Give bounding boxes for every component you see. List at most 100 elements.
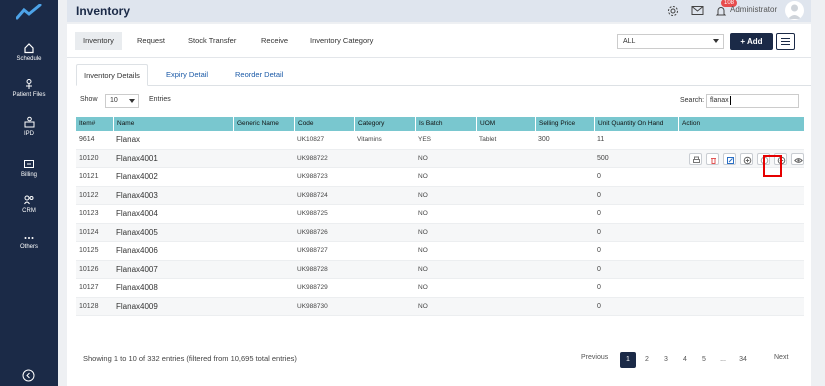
cell-qty: 11 [597, 136, 605, 143]
cell-generic [233, 224, 236, 242]
cell-item: 10125 [79, 247, 99, 254]
cell-uom: Tablet [479, 136, 497, 143]
table-row[interactable]: 10127 Flanax4008 UK988729 NO 0 [76, 279, 804, 298]
cell-name: Flanax4001 [116, 153, 158, 163]
table-row[interactable]: 10122 Flanax4003 UK988724 NO 0 [76, 186, 804, 205]
add-circle-button[interactable] [740, 152, 753, 165]
table-row[interactable]: 10126 Flanax4007 UK988728 NO 0 [76, 260, 804, 279]
column-header-generic-name[interactable]: Generic Name [233, 117, 294, 131]
tab-receive[interactable]: Receive [253, 32, 296, 50]
cell-batch: NO [418, 173, 428, 180]
sidebar-item-billing[interactable]: Billing [0, 158, 58, 178]
filter-selected-value: ALL [623, 38, 636, 45]
inventory-tabbar: Inventory Request Stock Transfer Receive… [67, 24, 811, 58]
cell-category [354, 279, 357, 297]
tab-request[interactable]: Request [129, 32, 173, 50]
add-button[interactable]: + Add [730, 33, 773, 50]
page-34-button[interactable]: 34 [735, 352, 751, 368]
menu-button[interactable] [776, 33, 795, 50]
sidebar-item-ipd[interactable]: IPD [0, 116, 58, 137]
mail-icon[interactable] [691, 5, 704, 16]
cell-qty: 0 [597, 284, 601, 291]
filter-select[interactable]: ALL [617, 34, 724, 49]
sidebar-item-schedule[interactable]: Schedule [0, 42, 58, 62]
cell-category [354, 224, 357, 242]
view-eye-button[interactable] [791, 152, 804, 165]
table-row[interactable]: 10128 Flanax4009 UK988730 NO 0 [76, 297, 804, 316]
entries-select[interactable]: 10 [105, 94, 139, 108]
tab-inventory-category[interactable]: Inventory Category [302, 32, 381, 50]
avatar[interactable] [785, 1, 804, 20]
column-header-code[interactable]: Code [294, 117, 354, 131]
sidebar-label: Schedule [16, 56, 42, 62]
next-page-button[interactable]: Next [774, 354, 788, 361]
column-header-uom[interactable]: UOM [476, 117, 535, 131]
cell-price [535, 279, 538, 297]
column-header-selling-price[interactable]: Selling Price [535, 117, 594, 131]
tab-stock-transfer[interactable]: Stock Transfer [180, 32, 244, 50]
cell-price [535, 150, 538, 168]
cell-batch: NO [418, 284, 428, 291]
cell-generic [233, 150, 236, 168]
print-button[interactable] [689, 152, 702, 165]
sidebar-label: Patient Files [12, 92, 46, 98]
table-row[interactable]: 10125 Flanax4006 UK988727 NO 0 [76, 242, 804, 261]
page-5-button[interactable]: 5 [696, 352, 712, 368]
cell-uom [476, 298, 479, 316]
table-row[interactable]: 10120 Flanax4001 UK988722 NO 500 [76, 149, 804, 168]
subtab-reorder-detail[interactable]: Reorder Detail [228, 64, 290, 86]
cell-price [535, 187, 538, 205]
cell-category [354, 298, 357, 316]
sidebar-label: Billing [20, 172, 37, 178]
cell-qty: 0 [597, 210, 601, 217]
sidebar-label: CRM [22, 208, 36, 214]
user-name[interactable]: Administrator [730, 5, 777, 14]
cell-price [535, 242, 538, 260]
page-2-button[interactable]: 2 [639, 352, 655, 368]
gear-icon[interactable] [667, 5, 679, 17]
column-header-name[interactable]: Name [113, 117, 233, 131]
cell-category [354, 168, 357, 186]
table-body: 9614 Flanax UK10827 Vitamins YES Tablet 300 11 1… [76, 131, 804, 316]
page-1-button[interactable]: 1 [620, 352, 636, 368]
cell-qty: 0 [597, 302, 601, 310]
table-row[interactable]: 9614 Flanax UK10827 Vitamins YES Tablet 300 11 [76, 131, 804, 150]
cell-name: Flanax4007 [116, 264, 158, 274]
column-header-item[interactable]: Item# [76, 117, 113, 131]
search-label: Search: [680, 97, 705, 104]
view-eye-icon [794, 157, 803, 163]
subtab-expiry-detail[interactable]: Expiry Detail [159, 64, 215, 86]
cell-qty: 0 [597, 228, 601, 236]
page-3-button[interactable]: 3 [658, 352, 674, 368]
billing-icon [24, 160, 34, 168]
sidebar-item-crm[interactable]: CRM [0, 194, 58, 214]
cell-item: 10121 [79, 173, 99, 180]
column-header-unit-quantity[interactable]: Unit Quantity On Hand [594, 117, 678, 131]
table-row[interactable]: 10124 Flanax4005 UK988726 NO 0 [76, 223, 804, 242]
cell-generic [233, 168, 236, 186]
table-row[interactable]: 10121 Flanax4002 UK988723 NO 0 [76, 168, 804, 187]
delete-button[interactable] [706, 152, 719, 165]
cell-qty: 0 [597, 191, 601, 199]
table-row[interactable]: 10123 Flanax4004 UK988725 NO 0 [76, 205, 804, 224]
sidebar-item-patient-files[interactable]: Patient Files [0, 78, 58, 98]
subtab-inventory-details[interactable]: Inventory Details [76, 64, 148, 86]
cell-price [535, 205, 538, 223]
column-header-category[interactable]: Category [354, 117, 415, 131]
cell-name: Flanax [116, 135, 141, 144]
search-input[interactable]: flanax [706, 94, 799, 108]
cell-code: UK988724 [297, 191, 328, 199]
entries-label: Entries [149, 96, 171, 103]
column-header-is-batch[interactable]: Is Batch [415, 117, 476, 131]
cell-generic [233, 242, 236, 260]
edit-button[interactable] [723, 152, 736, 165]
page-4-button[interactable]: 4 [677, 352, 693, 368]
tab-inventory[interactable]: Inventory [75, 32, 122, 50]
collapse-sidebar-icon[interactable] [22, 369, 35, 382]
cell-code: UK988728 [297, 265, 328, 273]
previous-page-button[interactable]: Previous [581, 354, 608, 361]
cell-item: 10124 [79, 228, 99, 236]
table-header: Item# Name Generic Name Code Category Is… [76, 117, 804, 131]
home-icon [24, 43, 34, 54]
sidebar-item-others[interactable]: Others [0, 234, 58, 250]
